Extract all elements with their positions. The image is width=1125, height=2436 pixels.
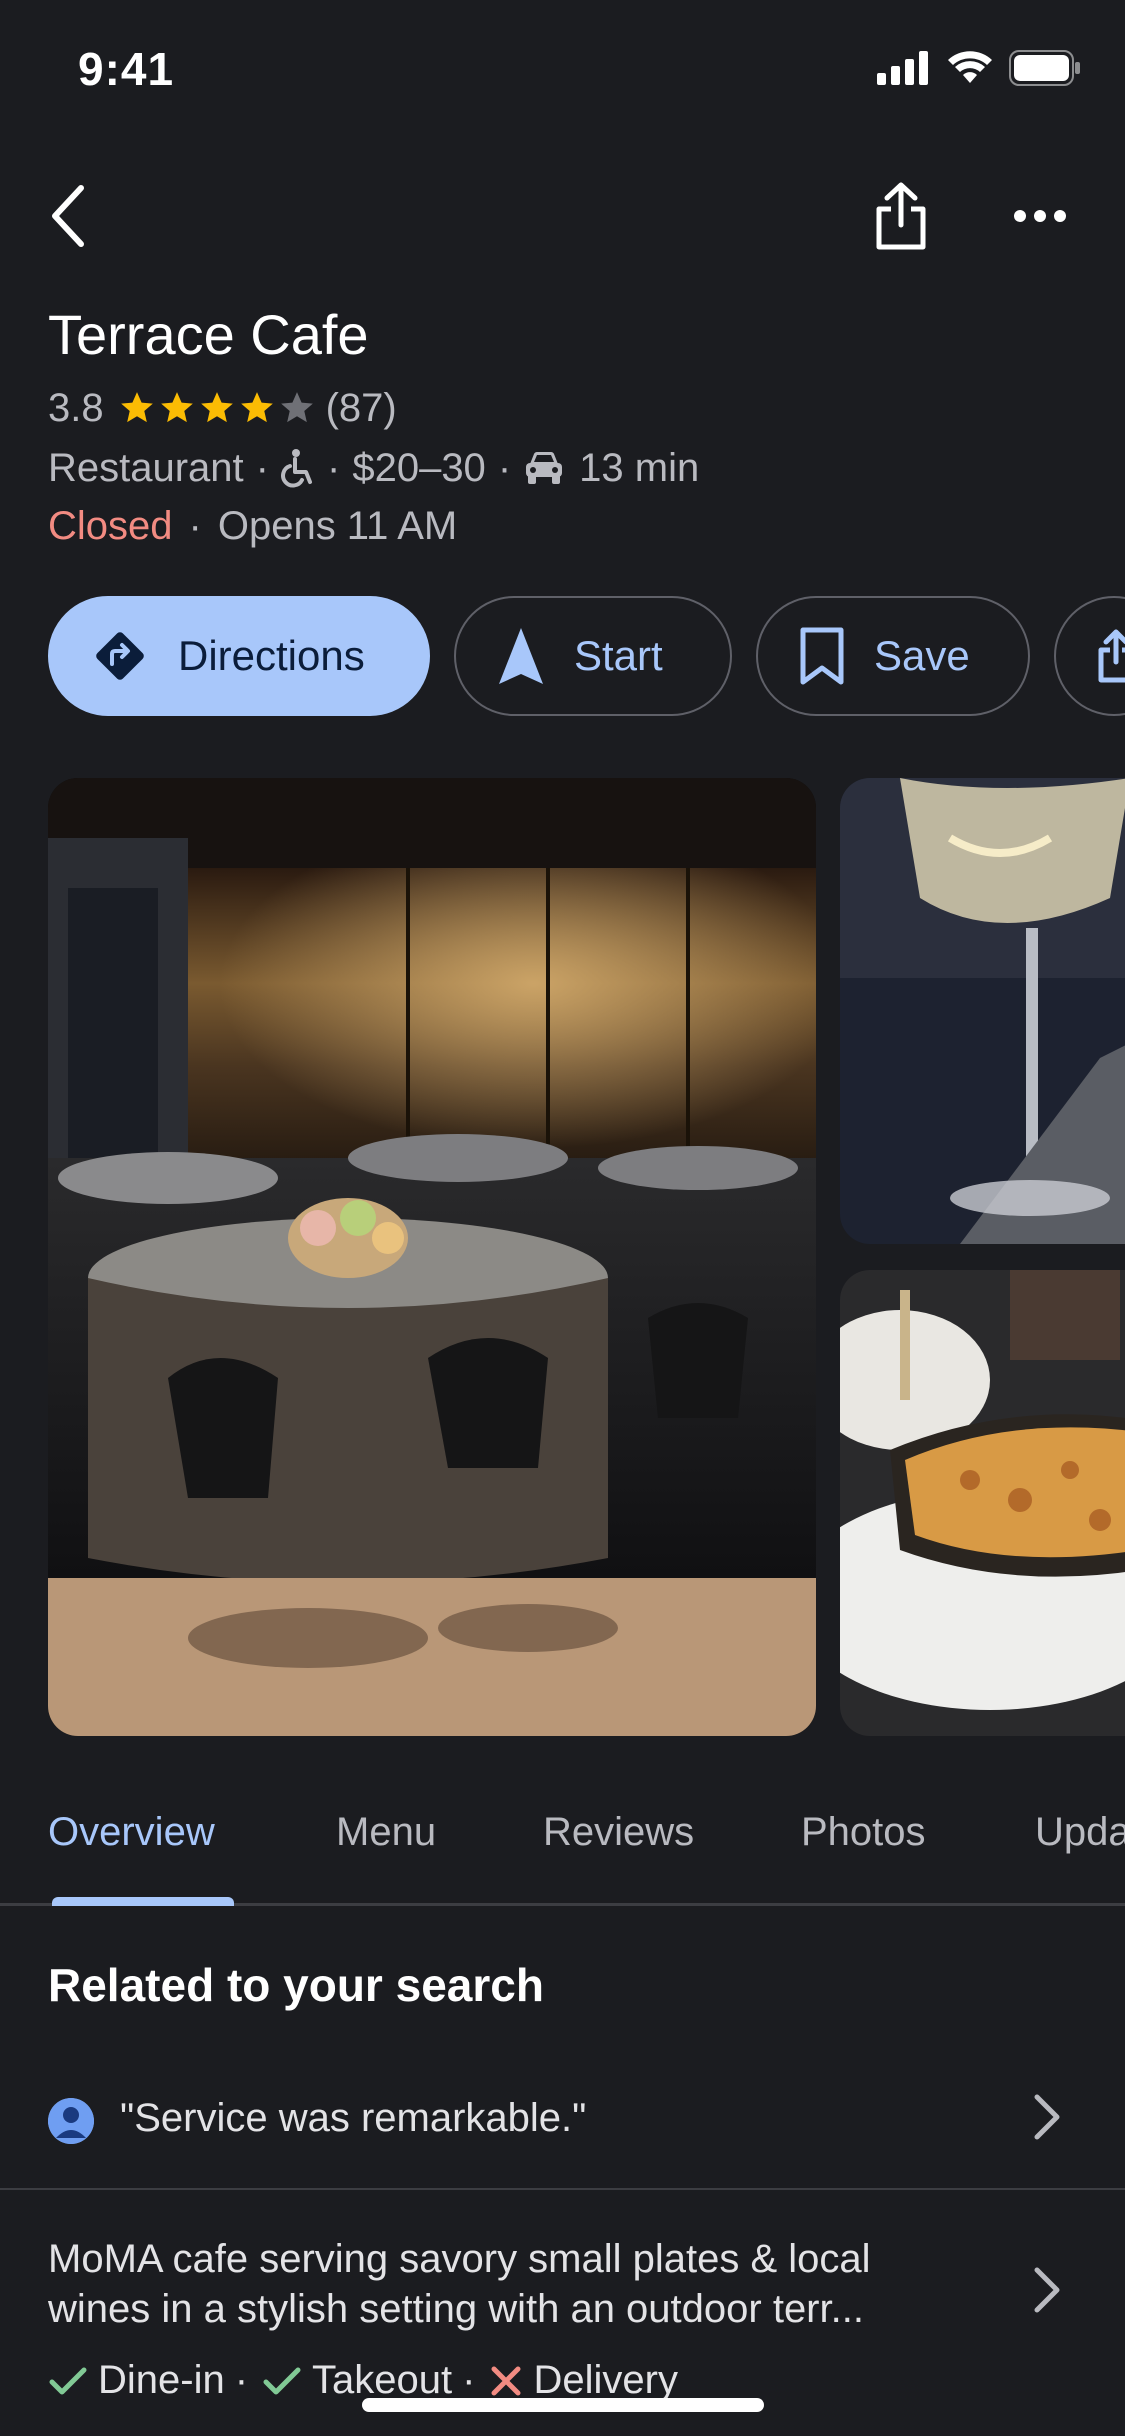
directions-label: Directions bbox=[178, 632, 365, 679]
cellular-signal-icon bbox=[877, 51, 931, 90]
service-options: Dine-in · Takeout · Delivery bbox=[48, 2358, 678, 2403]
photo-main-dining-room[interactable] bbox=[48, 778, 816, 1736]
status-time: 9:41 bbox=[78, 43, 175, 95]
opening-time: Opens 11 AM bbox=[217, 503, 458, 548]
checkmark-icon bbox=[48, 2364, 88, 2398]
star-icon bbox=[200, 392, 233, 423]
photo-mac-and-cheese[interactable] bbox=[840, 1270, 1125, 1736]
info-row: Restaurant · · $20–30 · 13 min bbox=[48, 445, 700, 490]
status-bar: 9:41 bbox=[0, 0, 1125, 140]
directions-button[interactable]: Directions bbox=[48, 596, 430, 716]
action-chips: Directions Start Save bbox=[48, 596, 1125, 718]
navigation-arrow-icon bbox=[496, 626, 546, 686]
start-button[interactable]: Start bbox=[454, 596, 732, 716]
status-icons bbox=[877, 50, 1081, 91]
more-options-button[interactable] bbox=[1010, 196, 1070, 236]
home-indicator[interactable] bbox=[362, 2398, 764, 2412]
category-label: Restaurant bbox=[48, 445, 244, 490]
chevron-right-icon bbox=[1033, 2093, 1061, 2146]
save-label: Save bbox=[874, 632, 970, 679]
wheelchair-accessible-icon bbox=[281, 448, 315, 488]
chevron-right-icon bbox=[1033, 2266, 1061, 2319]
star-rating bbox=[118, 389, 316, 427]
car-icon bbox=[523, 450, 565, 486]
star-empty-icon bbox=[280, 392, 313, 423]
battery-icon bbox=[1009, 50, 1081, 91]
drive-time: 13 min bbox=[579, 445, 700, 490]
place-title: Terrace Cafe bbox=[48, 303, 369, 366]
section-title: Related to your search bbox=[48, 1959, 544, 2011]
rating-value: 3.8 bbox=[48, 385, 104, 430]
star-icon bbox=[120, 392, 153, 423]
tab-bar: Overview Menu Reviews Photos Upda bbox=[0, 1790, 1125, 1906]
share-button[interactable] bbox=[868, 176, 934, 256]
directions-icon bbox=[90, 626, 150, 686]
amenity-dine-in: Dine-in bbox=[98, 2358, 225, 2402]
price-range: $20–30 bbox=[352, 445, 486, 490]
review-count: (87) bbox=[325, 385, 397, 430]
wifi-icon bbox=[947, 51, 993, 90]
review-snippet-row[interactable]: "Service was remarkable." bbox=[0, 2050, 1125, 2190]
amenity-takeout: Takeout bbox=[312, 2358, 453, 2402]
open-status: Closed bbox=[48, 503, 173, 548]
star-icon bbox=[160, 392, 193, 423]
bookmark-icon bbox=[798, 626, 846, 686]
more-horizontal-icon bbox=[1014, 210, 1066, 222]
tab-reviews[interactable]: Reviews bbox=[543, 1810, 694, 1855]
review-snippet: "Service was remarkable." bbox=[120, 2096, 587, 2140]
tab-updates[interactable]: Upda bbox=[1035, 1810, 1125, 1855]
share-icon bbox=[876, 182, 926, 250]
star-icon bbox=[240, 392, 273, 423]
tab-overview[interactable]: Overview bbox=[48, 1810, 215, 1855]
active-tab-indicator bbox=[52, 1897, 234, 1906]
hours-row[interactable]: Closed · Opens 11 AM bbox=[48, 498, 457, 554]
rating-row[interactable]: 3.8 (87) bbox=[48, 382, 397, 434]
checkmark-icon bbox=[262, 2364, 302, 2398]
share-chip-button[interactable] bbox=[1054, 596, 1125, 716]
amenity-delivery: Delivery bbox=[533, 2358, 678, 2402]
avatar bbox=[48, 2098, 94, 2144]
back-button[interactable] bbox=[38, 178, 96, 254]
photo-wine-glass[interactable] bbox=[840, 778, 1125, 1244]
save-button[interactable]: Save bbox=[756, 596, 1030, 716]
chevron-left-icon bbox=[52, 185, 84, 247]
tab-menu[interactable]: Menu bbox=[336, 1810, 436, 1855]
cross-icon bbox=[489, 2364, 523, 2398]
start-label: Start bbox=[574, 632, 663, 679]
share-icon bbox=[1096, 628, 1125, 684]
tab-photos[interactable]: Photos bbox=[801, 1810, 926, 1855]
place-description: MoMA cafe serving savory small plates & … bbox=[48, 2237, 871, 2331]
